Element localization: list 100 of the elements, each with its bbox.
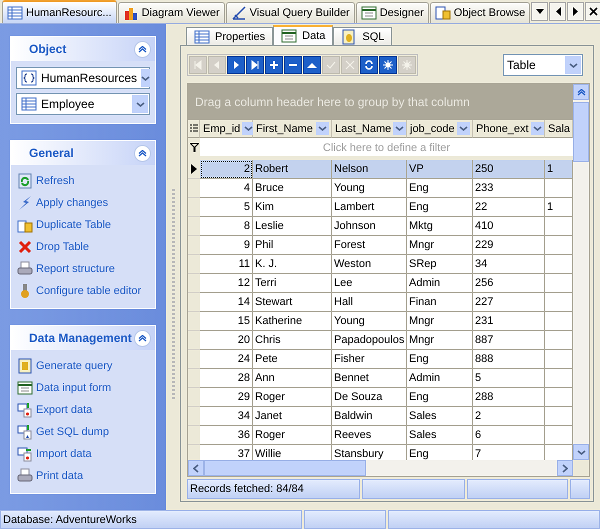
sidebar-link[interactable]: Export data [36, 404, 92, 416]
table-cell: Bennet [332, 369, 407, 388]
table-cell [545, 236, 573, 255]
column-header[interactable]: Emp_id [200, 120, 253, 138]
table-cell [545, 255, 573, 274]
add-button[interactable] [265, 56, 283, 74]
sidebar-link[interactable]: Get SQL dump [36, 426, 109, 438]
table-cell [545, 331, 573, 350]
table-cell: 250 [473, 160, 545, 179]
sidebar-link[interactable]: Apply changes [36, 196, 108, 208]
sidebar-link[interactable]: Report structure [36, 262, 115, 274]
tab[interactable]: Properties [186, 27, 274, 45]
table-cell: 229 [473, 236, 545, 255]
up-button[interactable] [303, 56, 321, 74]
caret-left-icon [554, 7, 561, 16]
column-header[interactable]: Sala [545, 120, 573, 138]
last-record-button[interactable] [246, 56, 264, 74]
panel-title: Object [29, 42, 66, 56]
database-status: Database: AdventureWorks [0, 510, 302, 529]
table-cell: 22 [473, 198, 545, 217]
table-cell: 34 [200, 407, 253, 426]
table-cell: Katherine [253, 312, 332, 331]
sidebar-link[interactable]: Import data [36, 448, 92, 460]
column-header[interactable]: job_code [407, 120, 473, 138]
column-header[interactable]: Last_Name [332, 120, 407, 138]
collapse-button[interactable] [134, 144, 151, 162]
document-tab[interactable]: Diagram Viewer [118, 2, 225, 23]
sidebar-link[interactable]: Refresh [36, 174, 75, 186]
document-tab[interactable]: Object Browse [430, 2, 530, 23]
column-header[interactable]: First_Name [253, 120, 332, 138]
table-cell: 36 [200, 426, 253, 445]
table-cell: Chris [253, 331, 332, 350]
sidebar-link[interactable]: Configure table editor [36, 284, 142, 296]
table-cell: 12 [200, 274, 253, 293]
scroll-right-button[interactable] [567, 2, 584, 21]
collapse-button[interactable] [134, 330, 151, 346]
import-icon [17, 446, 33, 462]
current-row-icon [191, 164, 197, 174]
table-cell: 887 [473, 331, 545, 350]
row-header[interactable] [188, 160, 200, 179]
view-select[interactable]: Table [503, 54, 583, 76]
splitter-grip[interactable] [172, 189, 174, 399]
object-select[interactable]: HumanResources [16, 67, 150, 89]
table-cell: Fisher [332, 350, 407, 369]
printer-icon [17, 260, 33, 276]
table-cell: Johnson [332, 217, 407, 236]
sidebar-link[interactable]: Drop Table [36, 240, 89, 252]
tab[interactable]: Data [273, 25, 334, 45]
skip-forward-icon [249, 59, 261, 71]
table-cell: 14 [200, 293, 253, 312]
table-cell: 2 [200, 160, 253, 179]
document-tab[interactable]: HumanResourc... [2, 0, 117, 23]
table-cell: Pete [253, 350, 332, 369]
close-button[interactable] [585, 2, 600, 21]
remove-button[interactable] [284, 56, 302, 74]
table-cell: 888 [473, 350, 545, 369]
records-status: Records fetched: 84/84 [187, 479, 360, 499]
scrollbar-thumb[interactable] [573, 102, 589, 162]
window-icon [434, 5, 451, 21]
table-cell: 4 [200, 179, 253, 198]
collapse-icon [138, 150, 147, 156]
panel-title: Data Management [29, 331, 132, 345]
table-cell: Lee [332, 274, 407, 293]
caret-right-icon [562, 464, 568, 472]
tab[interactable]: SQL [333, 27, 392, 45]
table-cell: De Souza [332, 388, 407, 407]
collapse-button[interactable] [134, 40, 151, 58]
table-cell: Young [332, 312, 407, 331]
table-cell: Mngr [407, 312, 473, 331]
table-cell: Mktg [407, 217, 473, 236]
next-record-button[interactable] [227, 56, 245, 74]
sidebar-link[interactable]: Data input form [36, 382, 112, 394]
object-select[interactable]: Employee [16, 93, 150, 115]
table-cell [545, 407, 573, 426]
table-cell: K. J. [253, 255, 332, 274]
table-cell: Lambert [332, 198, 407, 217]
table-cell: Terri [253, 274, 332, 293]
document-tab[interactable]: Visual Query Builder [226, 2, 355, 23]
scroll-up-button[interactable] [573, 84, 589, 100]
new-button[interactable] [379, 56, 397, 74]
table-cell: Stewart [253, 293, 332, 312]
scrollbar-thumb[interactable] [204, 460, 366, 476]
table-cell: Stansbury [332, 445, 407, 460]
form-icon [17, 380, 33, 396]
column-header[interactable]: Phone_ext [473, 120, 545, 138]
table-cell: Bruce [253, 179, 332, 198]
sidebar-link[interactable]: Generate query [36, 360, 112, 372]
sidebar-link[interactable]: Print data [36, 470, 84, 482]
collapse-icon [138, 46, 147, 52]
form-icon [360, 5, 377, 21]
tab-list-button[interactable] [531, 2, 548, 21]
sidebar-link[interactable]: Duplicate Table [36, 218, 112, 230]
refresh-icon [363, 59, 375, 71]
bar-chart-icon [122, 5, 139, 21]
scroll-down-button[interactable] [573, 444, 589, 460]
scroll-left-button[interactable] [549, 2, 566, 21]
table-cell: Phil [253, 236, 332, 255]
document-tab[interactable]: Designer [356, 2, 429, 23]
table-cell [545, 274, 573, 293]
refresh-button[interactable] [360, 56, 378, 74]
